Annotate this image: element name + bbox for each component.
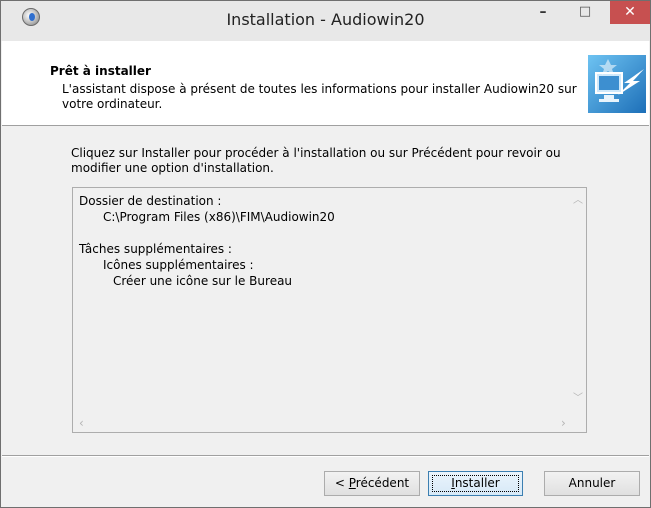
close-button[interactable]: ✕	[610, 1, 650, 24]
summary-line: Créer une icône sur le Bureau	[113, 274, 293, 288]
back-button-label: récédent	[355, 476, 410, 490]
cancel-button[interactable]: Annuler	[544, 471, 640, 496]
summary-line: Dossier de destination :	[79, 194, 222, 208]
instructions-text: Cliquez sur Installer pour procéder à l'…	[71, 146, 561, 175]
vertical-scrollbar[interactable]: ︿ ﹀	[569, 188, 586, 415]
scroll-right-icon[interactable]: ›	[561, 417, 566, 429]
wizard-header: Prêt à installer L'assistant dispose à p…	[2, 41, 649, 126]
installer-window: Installation - Audiowin20 – □ ✕ Prêt à i…	[0, 0, 651, 508]
scrollbar-corner	[569, 415, 586, 432]
back-button-mnemonic: P	[348, 476, 356, 490]
scroll-left-icon[interactable]: ‹	[79, 417, 84, 429]
focus-rectangle	[432, 475, 519, 492]
install-button[interactable]: Installer	[428, 471, 523, 496]
back-button-prefix: <	[334, 476, 349, 490]
summary-memo[interactable]: Dossier de destination : C:\Program File…	[72, 187, 587, 433]
back-button[interactable]: < Précédent	[324, 471, 420, 496]
footer-separator	[2, 455, 649, 457]
summary-line: Icônes supplémentaires :	[103, 258, 254, 272]
title-bar[interactable]: Installation - Audiowin20 – □ ✕	[1, 1, 650, 41]
computer-arrow-icon	[588, 55, 646, 113]
maximize-button[interactable]: □	[571, 1, 599, 25]
summary-line: C:\Program Files (x86)\FIM\Audiowin20	[103, 210, 335, 224]
horizontal-scrollbar[interactable]: ‹ ›	[73, 415, 569, 432]
summary-line: Tâches supplémentaires :	[79, 242, 232, 256]
minimize-button[interactable]: –	[529, 1, 557, 25]
page-title: Prêt à installer	[50, 64, 151, 78]
scroll-down-icon[interactable]: ﹀	[573, 394, 583, 404]
scroll-up-icon[interactable]: ︿	[573, 196, 583, 206]
page-description: L'assistant dispose à présent de toutes …	[62, 82, 577, 111]
